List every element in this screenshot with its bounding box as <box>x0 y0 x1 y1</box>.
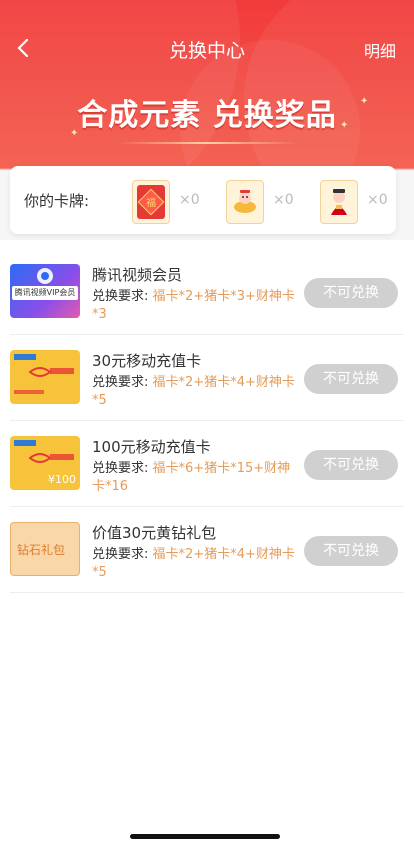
nav-bar: 兑换中心 明细 <box>0 30 414 70</box>
redeem-button[interactable]: 不可兑换 <box>304 450 398 480</box>
thumb-label: ¥100 <box>48 473 76 486</box>
requirement-label: 兑换要求: <box>92 547 149 562</box>
svg-text:福: 福 <box>146 196 156 209</box>
mobile-recharge-card-100-icon: ¥100 <box>10 436 80 490</box>
requirement-label: 兑换要求: <box>92 375 149 390</box>
tencent-video-vip-icon: 腾讯视频VIP会员 <box>10 264 80 318</box>
wealth-god-card-count: ×0 <box>367 192 388 208</box>
reward-name: 腾讯视频会员 <box>92 266 183 284</box>
list-item: 钻石礼包 价值30元黄钻礼包 兑换要求: 福卡*2+猪卡*4+财神卡*5 不可兑… <box>10 508 404 593</box>
pig-card-count: ×0 <box>273 192 294 208</box>
reward-requirement: 兑换要求: 福卡*6+猪卡*15+财神卡*16 <box>92 460 302 496</box>
banner-divider <box>118 142 298 144</box>
requirement-label: 兑换要求: <box>92 461 149 476</box>
requirement-label: 兑换要求: <box>92 289 149 304</box>
reward-requirement: 兑换要求: 福卡*2+猪卡*3+财神卡*3 <box>92 288 302 324</box>
sparkle-icon: ✦ <box>70 128 79 139</box>
thumb-label: 腾讯视频VIP会员 <box>12 286 78 300</box>
redeem-button[interactable]: 不可兑换 <box>304 278 398 308</box>
pig-card-icon <box>226 180 264 224</box>
page-title: 兑换中心 <box>168 40 245 62</box>
reward-name: 100元移动充值卡 <box>92 438 211 456</box>
thumb-label: 钻石礼包 <box>17 543 66 557</box>
redeem-button[interactable]: 不可兑换 <box>304 536 398 566</box>
fu-card-icon: 福 <box>132 180 170 224</box>
fu-card-count: ×0 <box>179 192 200 208</box>
list-item: 30元移动充值卡 兑换要求: 福卡*2+猪卡*4+财神卡*5 不可兑换 <box>10 336 404 421</box>
wealth-god-card-icon <box>320 180 358 224</box>
home-indicator[interactable] <box>130 834 280 839</box>
reward-requirement: 兑换要求: 福卡*2+猪卡*4+财神卡*5 <box>92 546 302 582</box>
list-item: 腾讯视频VIP会员 腾讯视频会员 兑换要求: 福卡*2+猪卡*3+财神卡*3 不… <box>10 250 404 335</box>
mobile-recharge-card-icon <box>10 350 80 404</box>
reward-requirement: 兑换要求: 福卡*2+猪卡*4+财神卡*5 <box>92 374 302 410</box>
diamond-gift-pack-icon: 钻石礼包 <box>10 522 80 576</box>
sparkle-icon: ✦ <box>360 96 369 107</box>
cards-label: 你的卡牌: <box>24 192 90 210</box>
redeem-button[interactable]: 不可兑换 <box>304 364 398 394</box>
list-item: ¥100 100元移动充值卡 兑换要求: 福卡*6+猪卡*15+财神卡*16 不… <box>10 422 404 507</box>
banner-headline: 合成元素 兑换奖品 <box>77 98 337 133</box>
my-cards-panel: 你的卡牌: 福 ×0 ×0 ×0 <box>10 166 396 234</box>
reward-name: 价值30元黄钻礼包 <box>92 524 217 542</box>
sparkle-icon: ✦ <box>340 120 349 131</box>
reward-name: 30元移动充值卡 <box>92 352 202 370</box>
detail-link[interactable]: 明细 <box>364 38 396 62</box>
